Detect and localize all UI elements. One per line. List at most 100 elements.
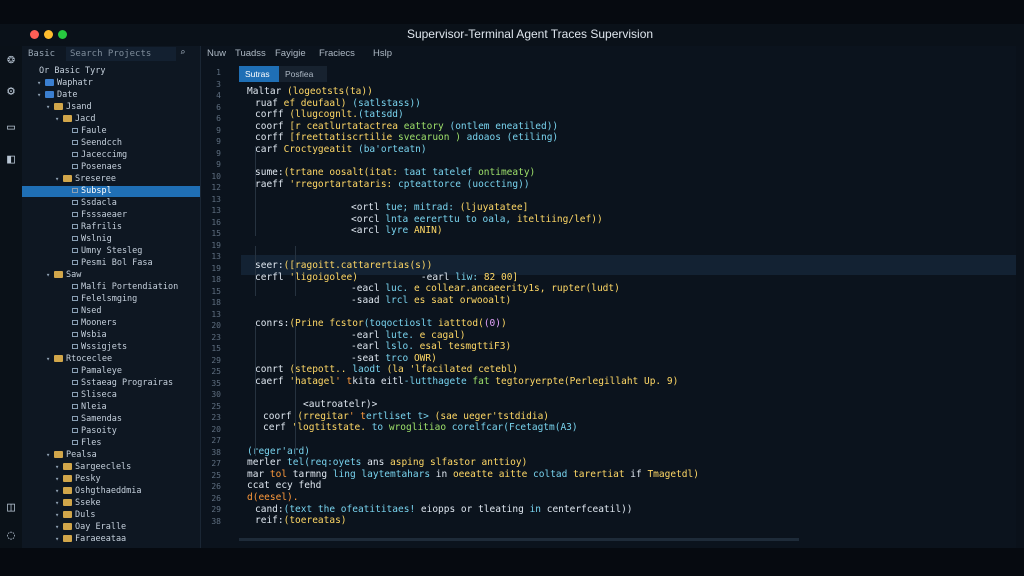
tree-item[interactable]: ▾ Sargeeclels (55, 462, 131, 473)
chevron-icon[interactable]: ▾ (55, 534, 63, 545)
tree-item[interactable]: Nleia (64, 402, 107, 413)
code-line[interactable]: coorf [r ceatlurtatactrea eattory (ontle… (255, 121, 558, 133)
tree-item[interactable]: Nsed (64, 306, 101, 317)
tree-item[interactable]: ▾ Date (37, 90, 77, 101)
account-icon[interactable]: ◫ (2, 498, 20, 516)
tree-item[interactable]: ▾ Jsand (46, 102, 92, 113)
chevron-icon[interactable]: ▾ (55, 114, 63, 125)
tree-item[interactable]: Faule (64, 126, 107, 137)
tree-item[interactable]: ▾ Pealsa (46, 450, 97, 461)
code-line[interactable]: corff [freettatiscrtilie svecaruon ) ado… (255, 132, 558, 144)
code-line[interactable]: caerf 'hatagel' tkita eitl-lutthagete fa… (255, 376, 678, 388)
extensions-icon[interactable]: ◧ (2, 150, 20, 168)
tree-item[interactable]: Sliseca (64, 390, 117, 401)
tree-item[interactable]: Mooners (64, 318, 117, 329)
tree-item[interactable]: Jaceccimg (64, 150, 127, 161)
chevron-icon[interactable]: ▾ (55, 462, 63, 473)
tree-item[interactable]: ▾ Pesky (55, 474, 101, 485)
tree-item[interactable]: Seendcch (64, 138, 122, 149)
menu-item[interactable]: Hslp (373, 48, 392, 59)
code-line[interactable]: corff (llugcognlt.(tatsdd) (255, 109, 404, 121)
code-line[interactable]: <autroatelr)> (303, 399, 377, 411)
chevron-icon[interactable]: ▾ (55, 522, 63, 533)
menu-item[interactable]: Fraciecs (319, 48, 355, 59)
tree-item[interactable]: ▾ Rtoceclee (46, 354, 112, 365)
code-line[interactable]: <orcl lnta eererttu to oala, iteltiing/l… (351, 214, 603, 226)
tree-item[interactable]: ▾ Jacd (55, 114, 95, 125)
code-line[interactable]: -earl lute. e cagal) (351, 330, 465, 342)
code-line[interactable]: raeff 'rregortartataris: cpteattorce (uo… (255, 179, 530, 191)
code-line[interactable]: (reger'ard) (247, 446, 310, 458)
chart-icon[interactable]: ▭ (2, 118, 20, 136)
tree-item[interactable]: Wsbia (64, 330, 107, 341)
tree-item[interactable]: ▾ Waphatr (37, 78, 93, 89)
tree-item[interactable]: Fles (64, 438, 101, 449)
menu-item[interactable]: Tuadss (235, 48, 266, 59)
tree-item[interactable]: Malfi Portendiation (64, 282, 178, 293)
tree-item[interactable]: Or Basic Tyry (28, 66, 106, 77)
search-icon[interactable]: ⌕ (180, 48, 185, 58)
code-line[interactable]: sume:(trtane oosalt(itat: taat tatelef o… (255, 167, 535, 179)
tree-item[interactable]: Wslnig (64, 234, 112, 245)
tree-item[interactable]: Samendas (64, 414, 122, 425)
tree-item[interactable]: Pamaleye (64, 366, 122, 377)
code-line[interactable]: seer:([ragoitt.cattarertias(s)) (255, 260, 432, 272)
tree-item[interactable]: ▾ Saw (46, 270, 81, 281)
code-line[interactable]: conrs:(Prine fcstor(toqoctioslt iatttod(… (255, 318, 507, 330)
close-window-button[interactable] (30, 30, 39, 39)
code-line[interactable]: -eacl luc. e collear.ancaeerity1s, rupte… (351, 283, 620, 295)
code-line[interactable]: <ortl tue; mitrad: (ljuyatatee] (351, 202, 528, 214)
tree-item[interactable]: Posenaes (64, 162, 122, 173)
tab-secondary[interactable]: Posfiea (279, 66, 327, 82)
code-line[interactable]: -earl lslo. esal tesmgttiF3) (351, 341, 511, 353)
chevron-icon[interactable]: ▾ (55, 498, 63, 509)
tree-item[interactable]: ▾ Duls (55, 510, 95, 521)
menu-item[interactable]: Fayigie (275, 48, 306, 59)
tab-active[interactable]: Sutras (239, 66, 281, 82)
code-line[interactable]: -saad lrcl es saat orwooalt) (351, 295, 511, 307)
code-line[interactable]: -seat trco OWR) (351, 353, 437, 365)
tree-item-selected[interactable]: Subspl (22, 186, 200, 197)
tree-item[interactable]: Pasoity (64, 426, 117, 437)
code-line[interactable]: merler tel(req:oyets ans asping slfastor… (247, 457, 527, 469)
minimize-window-button[interactable] (44, 30, 53, 39)
tree-item[interactable]: Wssigjets (64, 342, 127, 353)
tree-item[interactable]: Umny Stesleg (64, 246, 142, 257)
chevron-icon[interactable]: ▾ (55, 174, 63, 185)
explorer-icon[interactable]: ❂ (2, 50, 20, 68)
code-line[interactable]: coorf (rregitar' tertliset t> (sae ueger… (263, 411, 549, 423)
code-line[interactable]: ruaf ef deufaal) (satlstass)) (255, 98, 421, 110)
chevron-icon[interactable]: ▾ (46, 270, 54, 281)
chevron-icon[interactable]: ▾ (37, 78, 45, 89)
code-line[interactable]: carf Croctygeatit (ba'orteatn) (255, 144, 427, 156)
tree-item[interactable]: Pesmi Bol Fasa (64, 258, 153, 269)
chevron-icon[interactable]: ▾ (46, 450, 54, 461)
tree-item[interactable]: Rafrilis (64, 222, 122, 233)
editor-horizontal-scrollbar[interactable] (239, 538, 799, 541)
search-input[interactable]: Search Projects (66, 47, 176, 61)
tree-item[interactable]: ▾ Sreseree (55, 174, 116, 185)
code-line[interactable]: cerf 'logtitstate. to wroglitiao corelfc… (263, 422, 578, 434)
menu-item[interactable]: Nuw (207, 48, 226, 59)
settings-icon[interactable]: ◌ (2, 526, 20, 544)
tree-item[interactable]: Sstaeag Prograiras (64, 378, 173, 389)
chevron-icon[interactable]: ▾ (46, 354, 54, 365)
chevron-icon[interactable]: ▾ (55, 486, 63, 497)
tree-item[interactable]: ▾ Oay Eralle (55, 522, 126, 533)
tree-item[interactable]: Felelsmging (64, 294, 137, 305)
chevron-icon[interactable]: ▾ (37, 90, 45, 101)
tree-item[interactable]: Ssdacla (64, 198, 117, 209)
code-line[interactable]: ccat ecy fehd (247, 480, 321, 492)
tree-item[interactable]: ▾ Faraeeataa (55, 534, 126, 545)
tree-item[interactable]: Fsssaeaer (64, 210, 127, 221)
source-control-icon[interactable]: ⚙ (2, 82, 20, 100)
code-line[interactable]: mar tol tarmng ling laytemtahars in oeea… (247, 469, 699, 481)
chevron-icon[interactable]: ▾ (55, 510, 63, 521)
chevron-icon[interactable]: ▾ (55, 474, 63, 485)
tree-item[interactable]: ▾ Sseke (55, 498, 101, 509)
code-line[interactable]: d(eesel). (247, 492, 298, 504)
code-line[interactable]: Maltar (logeotsts(ta)) (247, 86, 373, 98)
code-line[interactable]: reif:(toereatas) (255, 515, 347, 527)
maximize-window-button[interactable] (58, 30, 67, 39)
chevron-icon[interactable]: ▾ (46, 102, 54, 113)
